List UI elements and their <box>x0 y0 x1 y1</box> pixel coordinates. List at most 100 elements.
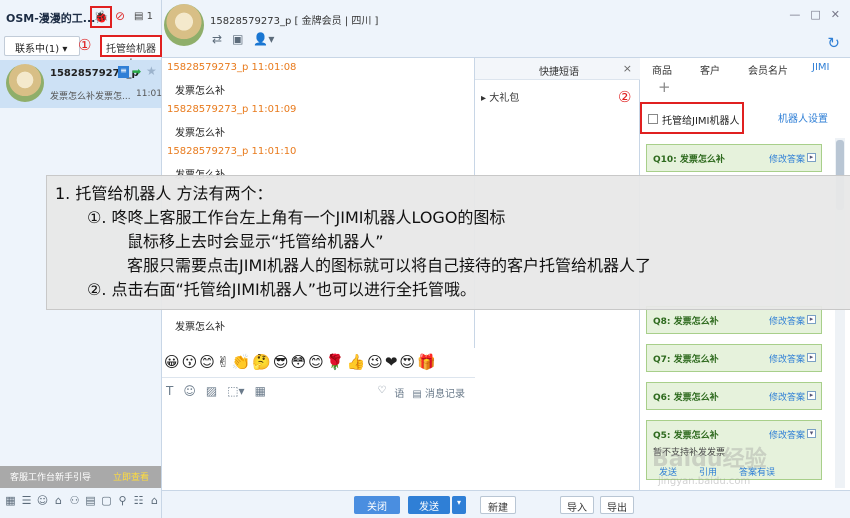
search-icon[interactable]: ⚲ <box>116 494 129 508</box>
refresh-icon[interactable]: ↻ <box>827 34 840 52</box>
faq-question: Q6: 发票怎么补 <box>653 393 719 403</box>
chat-icon[interactable]: ☰ <box>20 494 33 508</box>
contact-last-message: 发票怎么补发票怎... <box>50 92 131 102</box>
calendar-icon[interactable]: ▤ <box>84 494 97 508</box>
send-options-icon[interactable]: ▾ <box>452 496 466 514</box>
emoji[interactable]: ❤ <box>385 353 398 377</box>
expand-icon[interactable]: ▸ <box>807 353 816 362</box>
emoji[interactable]: 😎 <box>273 353 289 377</box>
edit-answer-link[interactable]: 修改答案 <box>769 390 805 403</box>
tab-member-card[interactable]: 会员名片 <box>736 58 800 80</box>
message-sender: 15828579273_p 11:01:08 <box>167 62 297 73</box>
close-icon[interactable]: × <box>623 62 632 75</box>
import-button[interactable]: 导入 <box>560 496 594 514</box>
screenshot-icon[interactable]: ▣ <box>232 32 243 46</box>
add-tab-icon[interactable]: + <box>658 78 671 96</box>
customer-title: 15828579273_p [ 金牌会员 | 四川 ] <box>210 16 379 27</box>
input-tools-left: T ☺ ▨ ⬚▾ ▦ <box>166 384 266 398</box>
expand-icon[interactable]: ▸ <box>807 315 816 324</box>
message-text: 发票怎么补 <box>175 322 225 333</box>
tab-products[interactable]: 商品 <box>640 58 688 80</box>
faq-item: Q7: 发票怎么补 修改答案 ▸ <box>646 344 822 372</box>
star-icon[interactable]: ★ <box>146 64 157 78</box>
header-toolbar: ⇄ ▣ 👤▾ <box>212 32 274 46</box>
bot-tooltip-button[interactable]: 托管给机器人 <box>100 35 162 70</box>
emoji[interactable]: 🤔 <box>252 353 271 377</box>
sidebar-toolbar: ▦ ☰ ☺ ⌂ ⚇ ▤ ▢ ⚲ ☷ ⌂ <box>4 494 161 508</box>
emoji-bar: 😀 😗 😊 ✌ 👏 🤔 😎 😳 😊 🌹 👍 😉 ❤ 😍 🎁 <box>162 349 475 377</box>
emoji[interactable]: 👍 <box>346 353 365 377</box>
maximize-icon[interactable]: □ <box>810 8 820 21</box>
font-icon[interactable]: T <box>166 384 173 398</box>
shirt-icon[interactable]: ⌂ <box>52 494 65 508</box>
faq-question: Q8: 发票怎么补 <box>653 317 719 327</box>
smiley-icon[interactable]: ☺ <box>183 384 196 398</box>
guide-link[interactable]: 立即查看 <box>113 470 149 483</box>
faq-question: Q10: 发票怎么补 <box>653 155 725 165</box>
comment-icon[interactable]: ▢ <box>100 494 113 508</box>
emoji[interactable]: 🎁 <box>417 353 436 377</box>
tab-contacting[interactable]: 联系中(1) ▾ <box>4 36 80 56</box>
collapse-icon[interactable]: ▾ <box>807 429 816 438</box>
message-sender: 15828579273_p 11:01:10 <box>167 146 297 157</box>
emoji[interactable]: 🌹 <box>326 353 345 377</box>
new-phrase-button[interactable]: 新建 <box>480 496 516 514</box>
send-button[interactable]: 发送 <box>408 496 450 514</box>
transfer-icon[interactable]: ➡ <box>132 65 141 78</box>
emoji[interactable]: 😗 <box>182 353 198 377</box>
emoji[interactable]: 😊 <box>199 353 215 377</box>
list-icon[interactable]: ☷ <box>132 494 145 508</box>
jimi-robot-icon[interactable]: 🐞 <box>90 6 112 28</box>
chat-header: 15828579273_p [ 金牌会员 | 四川 ] ⇄ ▣ 👤▾ — □ ✕… <box>162 0 850 58</box>
bot-settings-link[interactable]: 机器人设置 <box>778 110 828 125</box>
emoji[interactable]: 😀 <box>164 353 180 377</box>
annotation-line: 客服只需要点击JIMI机器人的图标就可以将自己接待的客户托管给机器人了 <box>127 256 651 275</box>
expand-icon[interactable]: ▸ <box>807 153 816 162</box>
bot-checkbox[interactable] <box>648 114 658 124</box>
message-count: ▤ 1 <box>134 11 154 22</box>
avatar <box>6 64 44 102</box>
message-sender: 15828579273_p 11:01:09 <box>167 104 297 115</box>
annotation-line: ①. 咚咚上客服工作台左上角有一个JIMI机器人LOGO的图标 <box>87 208 506 227</box>
block-icon[interactable]: ⊘ <box>115 9 125 23</box>
emoji[interactable]: 😳 <box>291 353 307 377</box>
grid-icon[interactable]: ▦ <box>4 494 17 508</box>
export-button[interactable]: 导出 <box>600 496 634 514</box>
marker-2: ② <box>618 88 632 106</box>
guide-bar: 客服工作台新手引导 立即查看 <box>0 466 161 488</box>
group-icon[interactable]: ⚇ <box>68 494 81 508</box>
heart-icon[interactable]: ♡ <box>377 385 386 400</box>
tab-customer[interactable]: 客户 <box>688 58 736 80</box>
quick-phrases-title: 快捷短语 <box>539 67 579 78</box>
message-records-button[interactable]: ▤ 消息记录 <box>412 385 465 400</box>
bot-checkbox-label: 托管给JIMI机器人 <box>662 116 740 127</box>
message-input[interactable] <box>162 405 475 490</box>
bell-icon[interactable]: ⌂ <box>148 494 161 508</box>
phrase-group[interactable]: ▸ 大礼包 <box>481 89 519 104</box>
emoji[interactable]: 😊 <box>308 353 324 377</box>
jimi-bot-toggle[interactable]: 托管给JIMI机器人 <box>640 102 744 134</box>
minimize-icon[interactable]: — <box>789 8 800 21</box>
image-icon[interactable]: ▨ <box>206 384 217 398</box>
user-menu-icon[interactable]: 👤▾ <box>253 32 274 46</box>
transfer-arrows-icon[interactable]: ⇄ <box>212 32 222 46</box>
faq-item: Q6: 发票怎么补 修改答案 ▸ <box>646 382 822 410</box>
expand-icon[interactable]: ▸ <box>807 391 816 400</box>
emoji[interactable]: 👏 <box>232 353 251 377</box>
people-icon[interactable]: ☺ <box>36 494 49 508</box>
emoji[interactable]: 😍 <box>399 353 415 377</box>
annotation-line: ②. 点击右面“托管给JIMI机器人”也可以进行全托管哦。 <box>87 280 477 299</box>
close-icon[interactable]: ✕ <box>831 8 840 21</box>
contact-time: 11:01 <box>136 89 162 99</box>
tab-jimi[interactable]: JIMI <box>800 58 848 80</box>
emoji[interactable]: 😉 <box>367 353 383 377</box>
emoji[interactable]: ✌ <box>217 353 230 377</box>
edit-answer-link[interactable]: 修改答案 <box>769 152 805 165</box>
edit-answer-link[interactable]: 修改答案 <box>769 314 805 327</box>
contact-item[interactable]: 15828579273_p ≡ ➡ ★ 发票怎么补发票怎... 11:01 <box>0 60 162 108</box>
close-button[interactable]: 关闭 <box>354 496 400 514</box>
phrase-button[interactable]: 语 <box>394 385 404 400</box>
edit-answer-link[interactable]: 修改答案 <box>769 352 805 365</box>
calculator-icon[interactable]: ▦ <box>255 384 266 398</box>
crop-icon[interactable]: ⬚▾ <box>227 384 244 398</box>
